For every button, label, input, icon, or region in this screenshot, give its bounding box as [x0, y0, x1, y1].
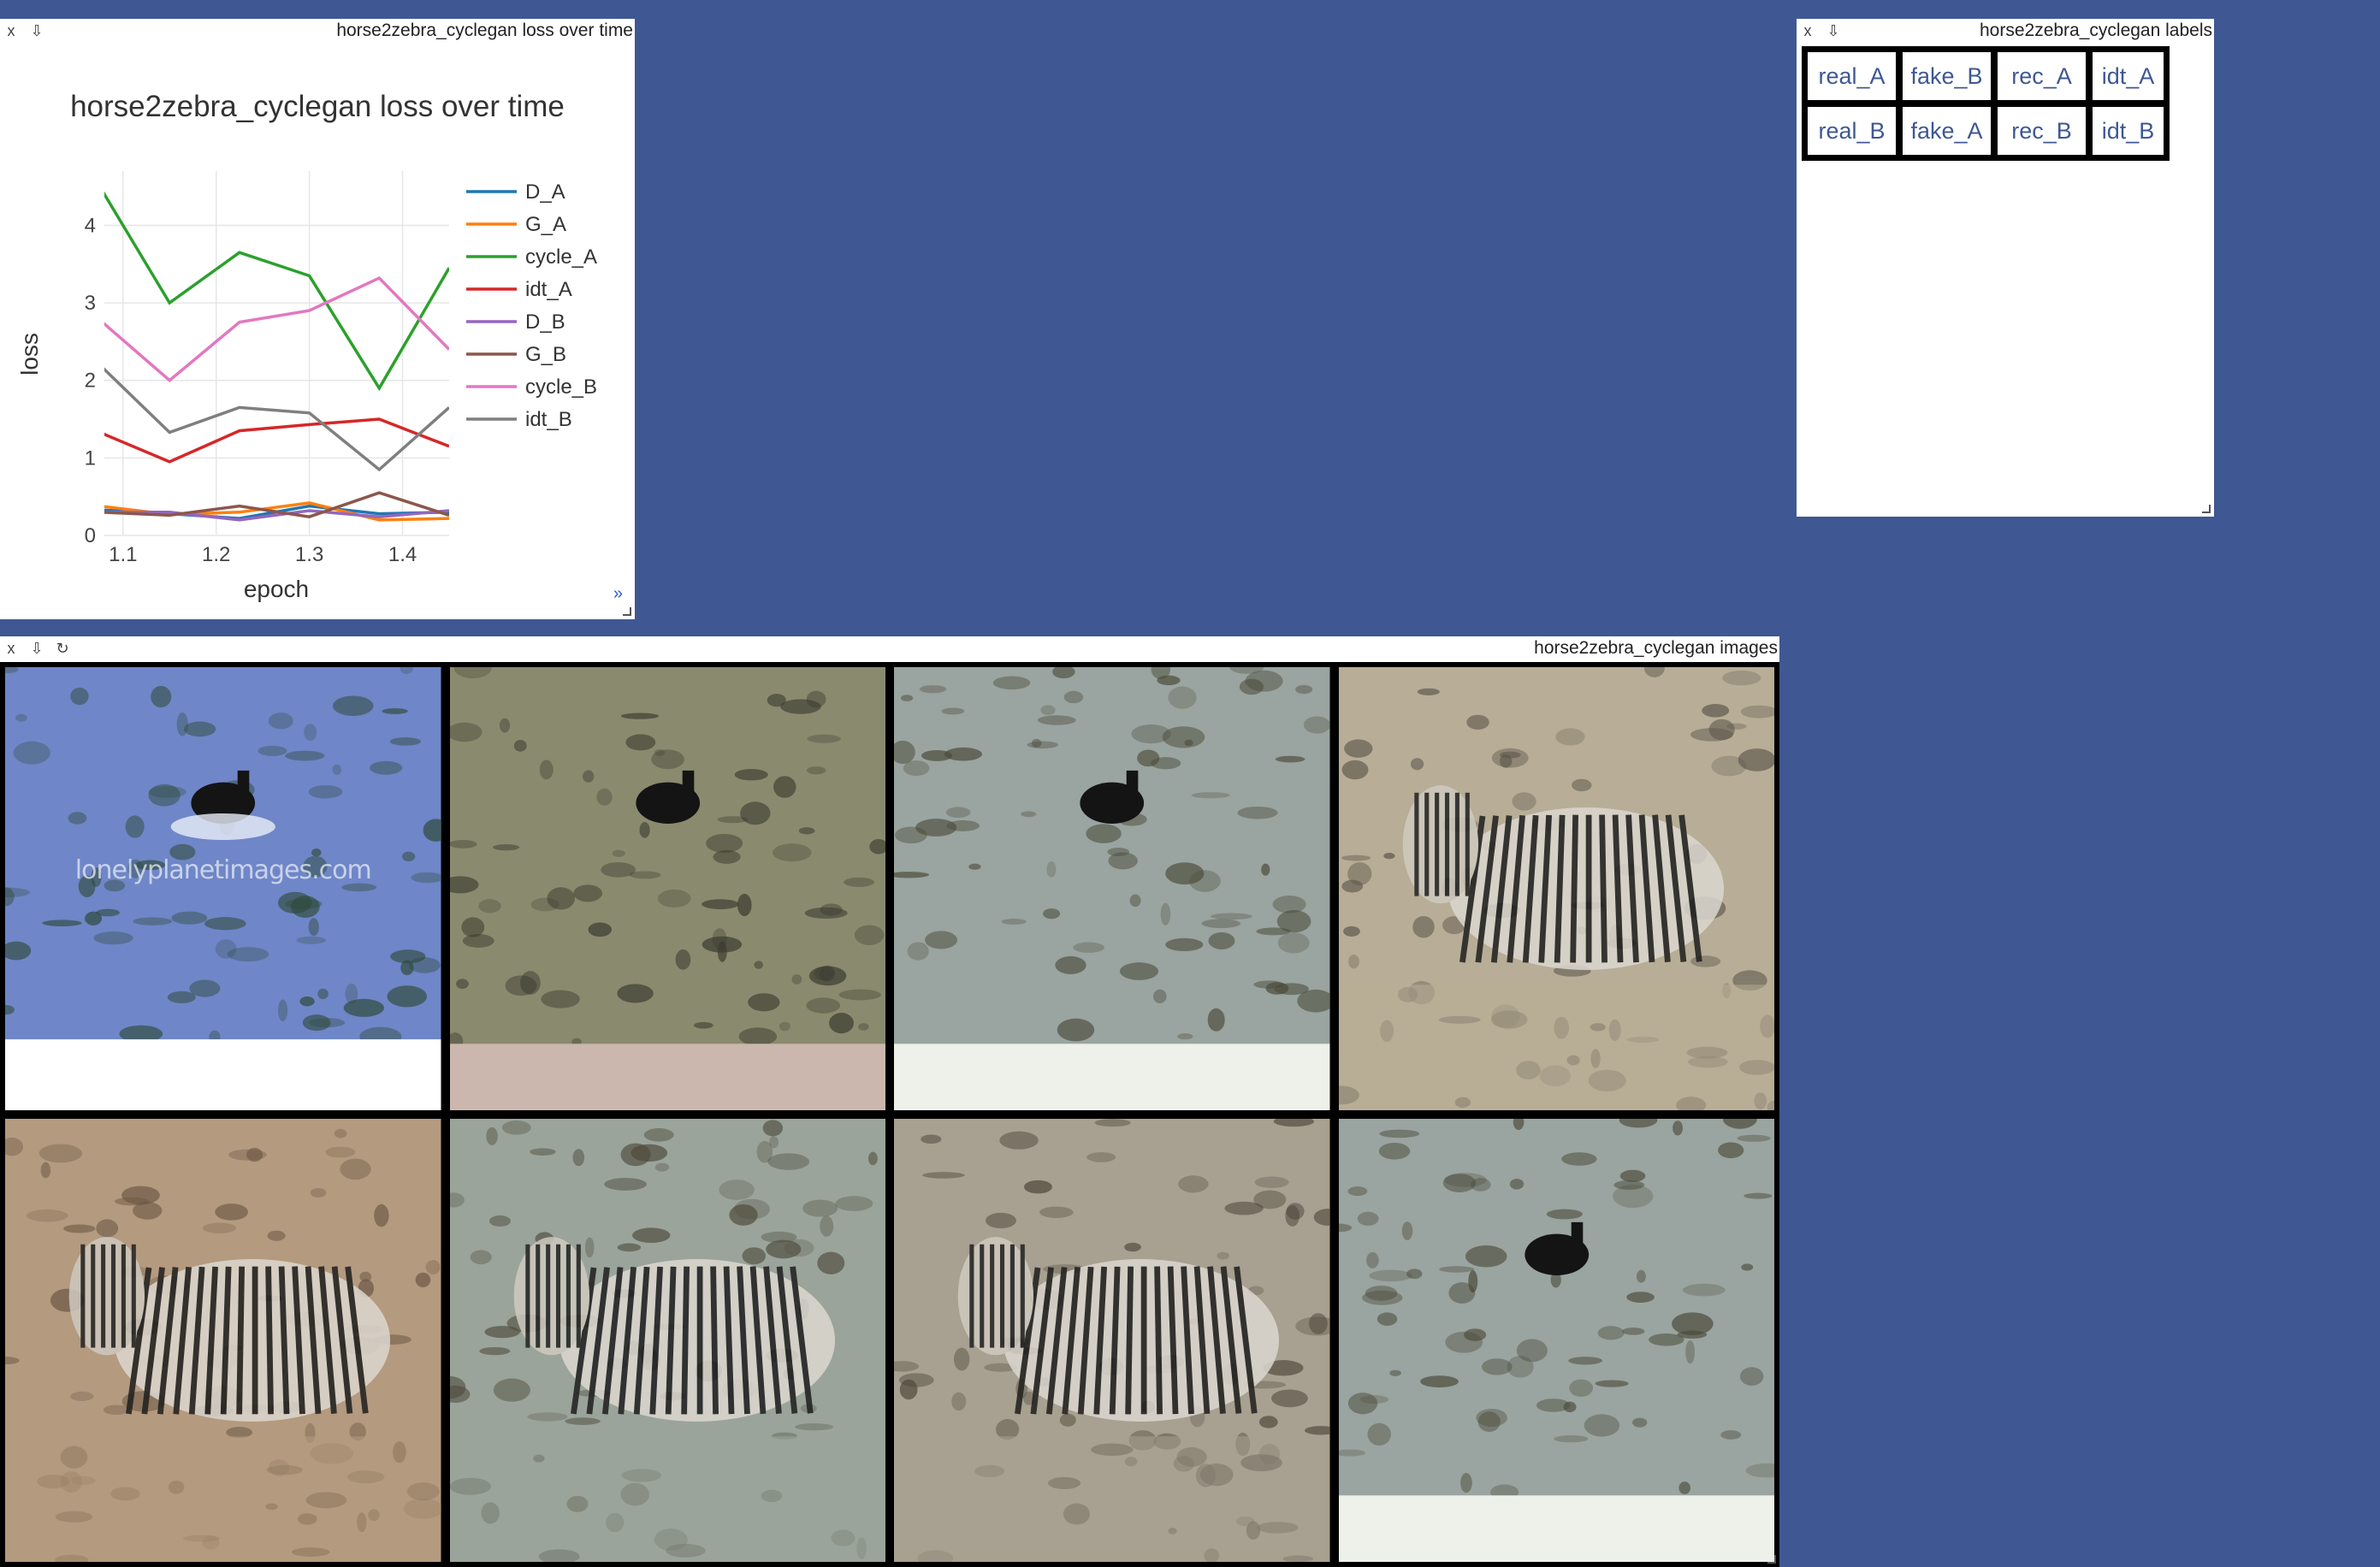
x-tick-label: 1.1 — [109, 543, 137, 566]
close-icon[interactable]: x — [2, 636, 21, 660]
tile-image — [894, 1119, 1330, 1562]
x-axis-label: epoch — [244, 576, 309, 602]
tile-image — [1338, 667, 1774, 1110]
download-icon[interactable]: ⇩ — [1824, 19, 1843, 43]
series-line-cycle_B — [104, 275, 449, 382]
image-tile[interactable]: lonelyplanetimages.com — [5, 667, 441, 1110]
tile-image — [1338, 1119, 1774, 1562]
labels-window-titlebar[interactable]: x ⇩ horse2zebra_cyclegan labels — [1797, 19, 2214, 43]
close-icon[interactable]: x — [2, 19, 21, 43]
image-watermark: lonelyplanetimages.com — [74, 855, 372, 885]
images-window: x ⇩ ↻ horse2zebra_cyclegan images lonely… — [0, 636, 1779, 1567]
y-tick-label: 0 — [85, 524, 96, 547]
image-tile[interactable] — [449, 667, 885, 1110]
y-tick-label: 1 — [85, 446, 96, 470]
x-tick-label: 1.3 — [295, 543, 323, 566]
close-icon[interactable]: x — [1798, 19, 1817, 43]
resize-handle[interactable] — [1767, 1555, 1776, 1564]
y-tick-label: 4 — [85, 214, 96, 237]
image-grid: lonelyplanetimages.com — [0, 662, 1779, 1567]
loss-window-title: horse2zebra_cyclegan loss over time — [336, 21, 633, 40]
label-cell: real_B — [1808, 107, 1896, 155]
tile-image — [894, 667, 1330, 1110]
image-tile[interactable] — [894, 1119, 1330, 1562]
series-line-cycle_A — [104, 191, 449, 392]
y-tick-label: 3 — [85, 292, 96, 315]
tile-image — [449, 667, 885, 1110]
legend-entry: idt_B — [525, 408, 572, 431]
legend-entry: D_A — [525, 180, 565, 204]
reset-icon[interactable]: ↻ — [53, 636, 72, 660]
label-cell: idt_A — [2093, 52, 2164, 100]
images-window-title: horse2zebra_cyclegan images — [1534, 638, 1778, 658]
label-cell: idt_B — [2093, 107, 2164, 155]
labels-table: real_A fake_B rec_A idt_A real_B fake_A … — [1802, 46, 2170, 161]
tile-image — [449, 1119, 885, 1562]
images-window-titlebar[interactable]: x ⇩ ↻ horse2zebra_cyclegan images — [0, 636, 1779, 660]
chart-title: horse2zebra_cyclegan loss over time — [70, 90, 565, 123]
legend-entry: idt_A — [525, 278, 572, 301]
x-tick-label: 1.4 — [388, 543, 417, 566]
loss-window: x ⇩ horse2zebra_cyclegan loss over time … — [0, 19, 635, 619]
label-cell: fake_A — [1903, 107, 1991, 155]
labels-window: x ⇩ horse2zebra_cyclegan labels real_A f… — [1797, 19, 2214, 517]
resize-handle[interactable] — [623, 607, 631, 616]
x-tick-label: 1.2 — [202, 543, 230, 566]
y-axis-label: loss — [16, 333, 43, 375]
image-tile[interactable] — [1338, 667, 1774, 1110]
download-icon[interactable]: ⇩ — [27, 19, 46, 43]
download-icon[interactable]: ⇩ — [27, 636, 46, 660]
image-tile[interactable] — [894, 667, 1330, 1110]
legend-entry: G_B — [525, 343, 566, 366]
label-cell: rec_B — [1998, 107, 2086, 155]
label-cell: real_A — [1808, 52, 1896, 100]
y-tick-label: 2 — [85, 370, 96, 393]
image-tile[interactable] — [449, 1119, 885, 1562]
tile-image — [5, 1119, 441, 1562]
legend-entry: cycle_A — [525, 245, 597, 269]
legend-entry: cycle_B — [525, 375, 597, 399]
tile-image — [5, 667, 441, 1110]
labels-window-title: horse2zebra_cyclegan labels — [1979, 21, 2212, 40]
image-tile[interactable] — [5, 1119, 441, 1562]
image-tile[interactable] — [1338, 1119, 1774, 1562]
expand-icon[interactable]: » — [613, 584, 623, 604]
resize-handle[interactable] — [2202, 505, 2211, 513]
legend-entry: D_B — [525, 310, 565, 334]
label-cell: rec_A — [1998, 52, 2086, 100]
loss-window-titlebar[interactable]: x ⇩ horse2zebra_cyclegan loss over time — [0, 19, 635, 43]
label-cell: fake_B — [1903, 52, 1991, 100]
legend-entry: G_A — [525, 213, 566, 236]
loss-chart[interactable]: horse2zebra_cyclegan loss over time 1.1 1.… — [0, 44, 635, 609]
